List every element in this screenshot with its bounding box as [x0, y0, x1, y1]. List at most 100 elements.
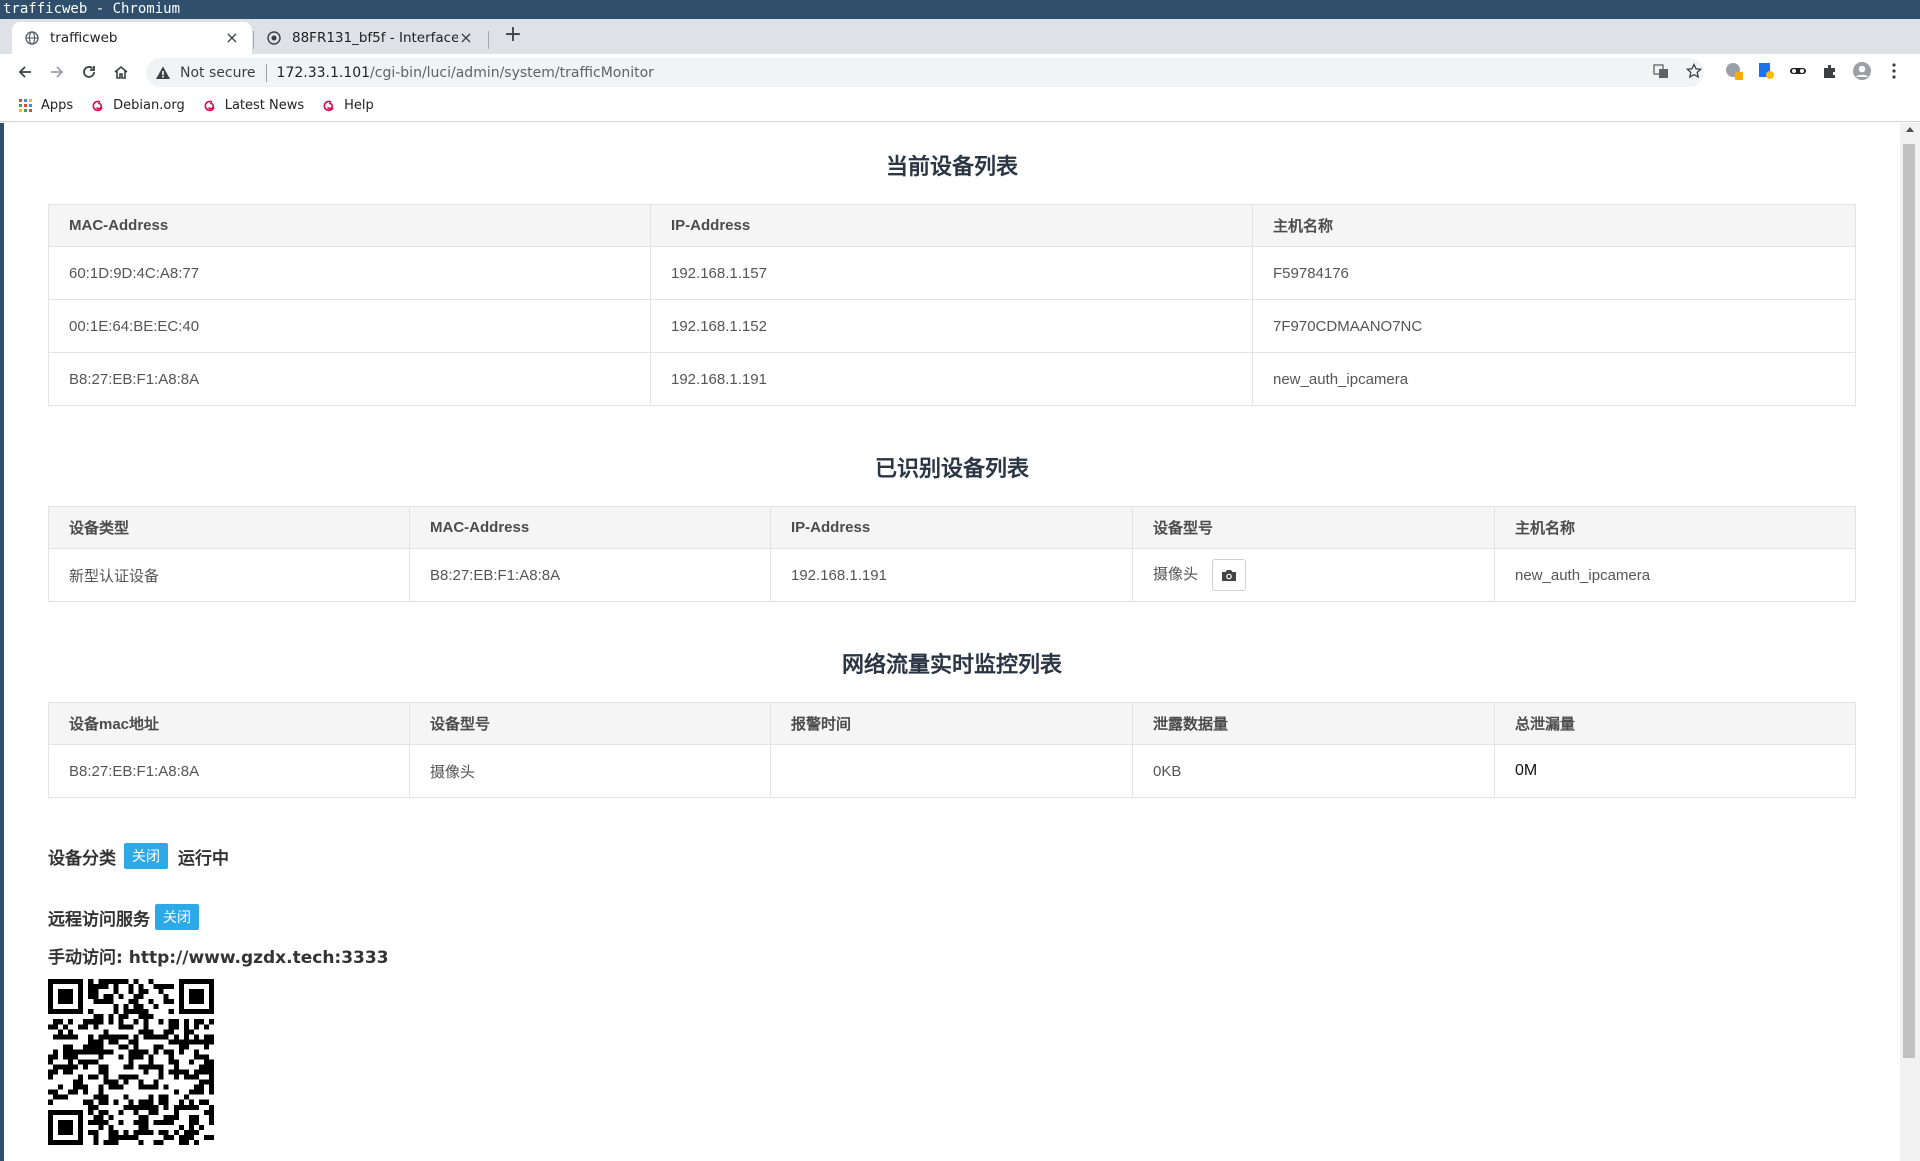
ip-cell: 192.168.1.152: [650, 299, 1253, 353]
column-header: 设备型号: [1132, 506, 1495, 549]
table-header-row: MAC-Address IP-Address 主机名称: [48, 204, 1856, 247]
column-header: 主机名称: [1252, 204, 1856, 247]
apps-grid-icon: [18, 98, 34, 114]
bookmark-apps[interactable]: Apps: [18, 98, 73, 114]
mac-cell: B8:27:EB:F1:A8:8A: [409, 548, 771, 602]
forward-button[interactable]: [46, 61, 68, 83]
bookmark-help[interactable]: Help: [321, 98, 374, 114]
camera-icon: [1222, 570, 1237, 581]
column-header: MAC-Address: [48, 204, 651, 247]
hostname-cell: 7F970CDMAANO7NC: [1252, 299, 1856, 353]
column-header: MAC-Address: [409, 506, 771, 549]
device-classification-status: 运行中: [178, 848, 229, 869]
extension-glasses-icon[interactable]: [1788, 61, 1808, 81]
column-header: 设备型号: [409, 702, 771, 745]
page-viewport: 当前设备列表 MAC-Address IP-Address 主机名称 60:1D…: [4, 123, 1900, 1161]
home-icon: [114, 65, 128, 79]
extension-status-icon[interactable]: [1724, 61, 1744, 81]
camera-button[interactable]: [1212, 559, 1247, 591]
bookmarks-bar: Apps Debian.org Latest News Help: [0, 90, 1920, 122]
device-classification-toggle[interactable]: 关闭: [124, 843, 168, 869]
mac-cell: 00:1E:64:BE:EC:40: [48, 299, 651, 353]
device-model-cell: 摄像头: [409, 744, 771, 798]
profile-avatar-icon[interactable]: [1852, 61, 1872, 81]
openwrt-icon: [266, 30, 282, 46]
scroll-thumb[interactable]: [1903, 144, 1915, 1058]
back-button[interactable]: [14, 61, 36, 83]
remote-access-label: 远程访问服务: [48, 909, 150, 930]
mac-cell: 60:1D:9D:4C:A8:77: [48, 246, 651, 300]
table-row: 60:1D:9D:4C:A8:77 192.168.1.157 F5978417…: [48, 246, 1856, 300]
reload-button[interactable]: [78, 61, 100, 83]
device-classification-label: 设备分类: [48, 848, 116, 869]
column-header: 总泄漏量: [1494, 702, 1856, 745]
bookmark-label: Debian.org: [113, 98, 185, 113]
mac-cell: B8:27:EB:F1:A8:8A: [48, 744, 410, 798]
url-host: 172.33.1.101: [276, 64, 371, 81]
url-path: /cgi-bin/luci/admin/system/trafficMonito…: [370, 64, 654, 81]
device-model-text: 摄像头: [1153, 565, 1199, 583]
tab-separator: [488, 31, 489, 49]
hostname-cell: new_auth_ipcamera: [1252, 352, 1856, 406]
tab-title: trafficweb: [50, 30, 118, 46]
qr-code-image: [48, 979, 214, 1145]
table-header-row: 设备类型 MAC-Address IP-Address 设备型号 主机名称: [48, 506, 1856, 549]
current-devices-table: MAC-Address IP-Address 主机名称 60:1D:9D:4C:…: [48, 204, 1856, 406]
total-leak-cell: 0M: [1494, 744, 1856, 798]
bookmark-label: Help: [344, 98, 374, 113]
close-tab-icon[interactable]: ×: [224, 30, 240, 46]
table-header-row: 设备mac地址 设备型号 报警时间 泄露数据量 总泄漏量: [48, 702, 1856, 745]
table-row: 00:1E:64:BE:EC:40 192.168.1.152 7F970CDM…: [48, 299, 1856, 353]
security-status[interactable]: Not secure: [180, 65, 256, 81]
translate-icon[interactable]: [1651, 61, 1671, 81]
new-tab-button[interactable]: +: [500, 23, 526, 49]
column-header: IP-Address: [770, 506, 1133, 549]
scroll-up-arrow[interactable]: [1906, 127, 1914, 132]
mac-cell: B8:27:EB:F1:A8:8A: [48, 352, 651, 406]
tab-title: 88FR131_bf5f - Interfaces: [292, 30, 458, 46]
hostname-cell: new_auth_ipcamera: [1494, 548, 1856, 602]
remote-access-toggle[interactable]: 关闭: [155, 904, 199, 930]
debian-swirl-icon: [90, 98, 106, 114]
warning-icon[interactable]: [154, 64, 172, 82]
globe-icon: [24, 30, 40, 46]
table-row: B8:27:EB:F1:A8:8A 摄像头 0KB 0M: [48, 744, 1856, 798]
bookmark-label: Latest News: [224, 98, 305, 113]
remote-access-row: 远程访问服务 关闭: [48, 904, 209, 930]
extensions-puzzle-icon[interactable]: [1820, 61, 1840, 81]
ip-cell: 192.168.1.191: [770, 548, 1133, 602]
bookmark-star-icon[interactable]: [1684, 61, 1704, 81]
page-scrollbar[interactable]: [1900, 123, 1920, 1161]
window-title-bar: trafficweb - Chromium: [0, 0, 1920, 19]
device-classification-row: 设备分类 关闭 运行中: [48, 843, 229, 869]
identified-devices-table: 设备类型 MAC-Address IP-Address 设备型号 主机名称 新型…: [48, 506, 1856, 602]
tab-interfaces[interactable]: 88FR131_bf5f - Interfaces ×: [254, 22, 486, 54]
bookmark-debian[interactable]: Debian.org: [90, 98, 185, 114]
close-tab-icon[interactable]: ×: [458, 30, 474, 46]
tab-strip: trafficweb × 88FR131_bf5f - Interfaces ×: [0, 19, 1920, 54]
address-bar[interactable]: Not secure 172.33.1.101/cgi-bin/luci/adm…: [146, 58, 1704, 87]
alarm-time-cell: [770, 744, 1133, 798]
device-type-cell: 新型认证设备: [48, 548, 410, 602]
extension-download-icon[interactable]: [1756, 61, 1776, 81]
traffic-monitor-title: 网络流量实时监控列表: [841, 653, 1062, 678]
bookmark-latest-news[interactable]: Latest News: [202, 98, 304, 114]
bookmark-label: Apps: [41, 98, 74, 113]
column-header: 泄露数据量: [1132, 702, 1495, 745]
ip-cell: 192.168.1.157: [650, 246, 1253, 300]
column-header: 设备mac地址: [48, 702, 410, 745]
tab-trafficweb[interactable]: trafficweb ×: [12, 22, 252, 54]
browser-toolbar: Not secure 172.33.1.101/cgi-bin/luci/adm…: [0, 54, 1920, 90]
hostname-cell: F59784176: [1252, 246, 1856, 300]
device-model-cell: 摄像头: [1132, 548, 1495, 602]
column-header: 报警时间: [770, 702, 1133, 745]
reload-icon: [83, 66, 95, 78]
home-button[interactable]: [110, 61, 132, 83]
column-header: 设备类型: [48, 506, 410, 549]
browser-menu-icon[interactable]: [1884, 61, 1904, 81]
column-header: 主机名称: [1494, 506, 1856, 549]
table-row: 新型认证设备 B8:27:EB:F1:A8:8A 192.168.1.191 摄…: [48, 548, 1856, 602]
omnibox-separator: [265, 63, 267, 82]
column-header: IP-Address: [650, 204, 1253, 247]
manual-access-link[interactable]: 手动访问: http://www.gzdx.tech:3333: [48, 943, 389, 968]
